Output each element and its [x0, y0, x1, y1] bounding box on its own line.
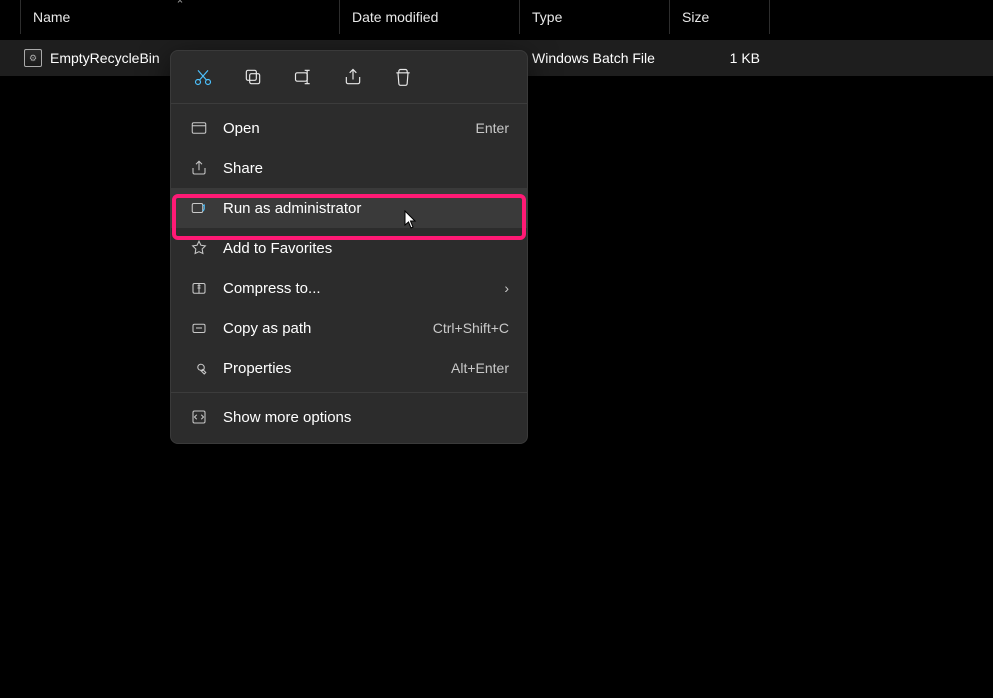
menu-item-more-label: Show more options — [223, 409, 509, 426]
batch-file-icon: ⚙ — [24, 49, 42, 67]
menu-item-add-to-favorites[interactable]: Add to Favorites — [171, 228, 527, 268]
context-quick-actions — [171, 57, 527, 99]
column-header-type[interactable]: Type — [520, 0, 670, 34]
column-header-date[interactable]: Date modified — [340, 0, 520, 34]
menu-item-show-more-options[interactable]: Show more options — [171, 397, 527, 437]
menu-item-properties[interactable]: Properties Alt+Enter — [171, 348, 527, 388]
menu-item-run-as-administrator[interactable]: Run as administrator — [171, 188, 527, 228]
copy-path-icon — [189, 318, 209, 338]
column-header-date-label: Date modified — [352, 9, 438, 25]
menu-item-share[interactable]: Share — [171, 148, 527, 188]
menu-item-copypath-shortcut: Ctrl+Shift+C — [433, 320, 509, 336]
copy-icon[interactable] — [243, 67, 263, 87]
column-header-name[interactable]: Name ⌃ — [20, 0, 340, 34]
file-type: Windows Batch File — [532, 50, 655, 66]
column-header-size[interactable]: Size — [670, 0, 770, 34]
file-size: 1 KB — [730, 50, 760, 66]
share-icon — [189, 158, 209, 178]
rename-icon[interactable] — [293, 67, 313, 87]
menu-separator — [171, 392, 527, 393]
menu-item-properties-label: Properties — [223, 360, 437, 377]
column-header-size-label: Size — [682, 9, 709, 25]
cut-icon[interactable] — [193, 67, 213, 87]
menu-separator — [171, 103, 527, 104]
more-options-icon — [189, 407, 209, 427]
archive-icon — [189, 278, 209, 298]
column-header-type-label: Type — [532, 9, 562, 25]
menu-item-copy-as-path[interactable]: Copy as path Ctrl+Shift+C — [171, 308, 527, 348]
wrench-icon — [189, 358, 209, 378]
chevron-right-icon: › — [504, 280, 509, 296]
open-icon — [189, 118, 209, 138]
file-name: EmptyRecycleBin — [50, 50, 160, 66]
menu-item-compress-label: Compress to... — [223, 280, 490, 297]
menu-item-favorites-label: Add to Favorites — [223, 240, 509, 257]
shield-admin-icon — [189, 198, 209, 218]
menu-item-open-label: Open — [223, 120, 462, 137]
menu-item-copypath-label: Copy as path — [223, 320, 419, 337]
column-header-row: Name ⌃ Date modified Type Size — [0, 0, 993, 34]
context-menu: Open Enter Share Run as administrator Ad… — [170, 50, 528, 444]
menu-item-compress[interactable]: Compress to... › — [171, 268, 527, 308]
mouse-cursor-icon — [404, 210, 418, 230]
menu-item-properties-shortcut: Alt+Enter — [451, 360, 509, 376]
share-quick-icon[interactable] — [343, 67, 363, 87]
column-header-name-label: Name — [33, 9, 70, 25]
menu-item-share-label: Share — [223, 160, 509, 177]
delete-icon[interactable] — [393, 67, 413, 87]
star-icon — [189, 238, 209, 258]
menu-item-open[interactable]: Open Enter — [171, 108, 527, 148]
sort-indicator-icon: ⌃ — [175, 0, 184, 11]
menu-item-run-as-administrator-label: Run as administrator — [223, 200, 509, 217]
menu-item-open-shortcut: Enter — [476, 120, 509, 136]
